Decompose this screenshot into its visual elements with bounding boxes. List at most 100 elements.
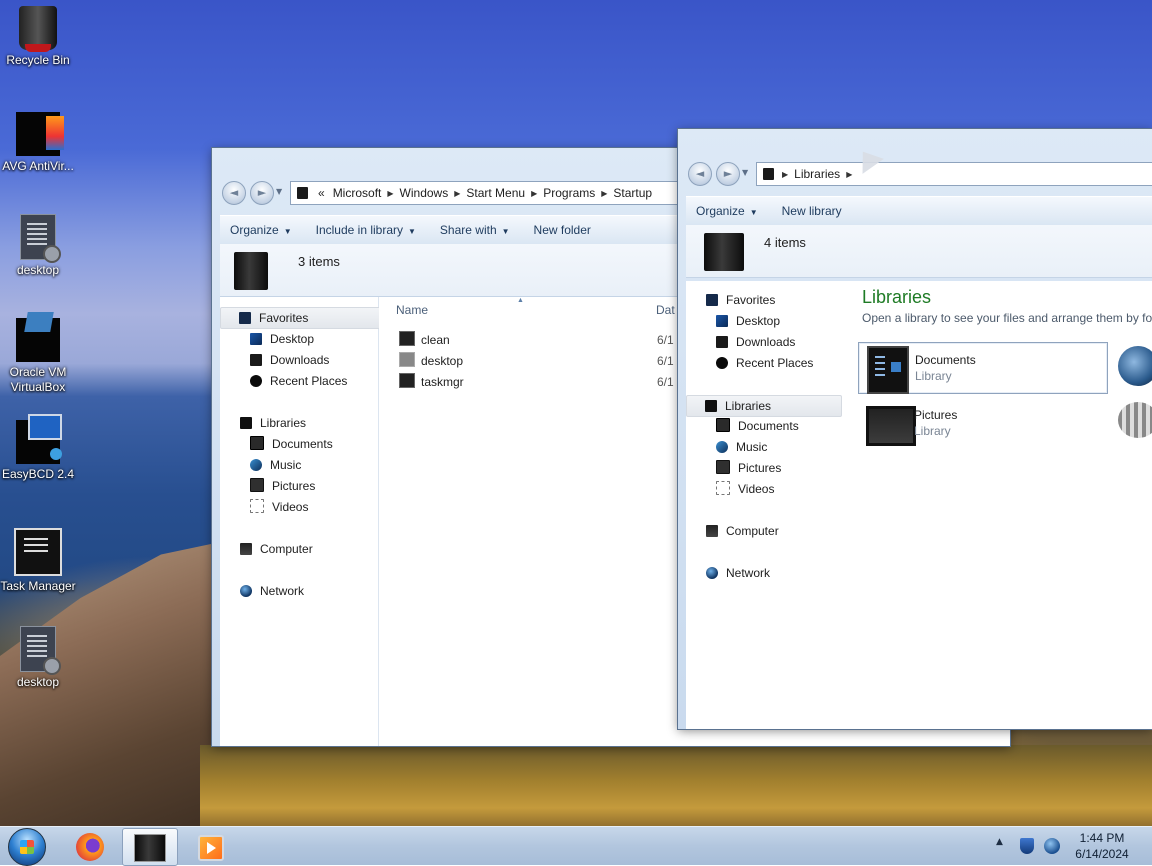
nav-network[interactable]: Network: [706, 563, 770, 583]
file-row-clean[interactable]: clean: [399, 330, 450, 350]
nav-libraries[interactable]: Libraries: [686, 395, 842, 417]
library-tile-pictures[interactable]: Pictures Library: [858, 398, 1106, 448]
explorer-window-libraries[interactable]: ◄ ► ▼ ▶ Libraries ▶ Organize ▼ New librar…: [678, 129, 1152, 729]
forward-button[interactable]: ►: [250, 181, 274, 205]
desktop-icon-label: Oracle VM VirtualBox: [9, 365, 67, 394]
file-name: taskmgr: [421, 375, 464, 389]
nav-music[interactable]: Music: [250, 455, 301, 475]
chevron-right-icon[interactable]: ▶: [385, 189, 395, 198]
nav-favorites[interactable]: Favorites: [220, 307, 388, 329]
clock-time: 1:44 PM: [1079, 831, 1125, 845]
nav-documents[interactable]: Documents: [250, 434, 333, 454]
file-date: 6/1: [657, 333, 674, 347]
chevron-right-icon[interactable]: ▶: [599, 189, 609, 198]
recycle-bin-shortcut[interactable]: Recycle Bin: [0, 6, 76, 68]
libraries-content: Libraries Open a library to see your fil…: [844, 281, 1152, 729]
libraries-icon: [705, 400, 717, 412]
avg-antivirus-shortcut[interactable]: AVG AntiVir...: [0, 112, 76, 174]
nav-computer[interactable]: Computer: [240, 539, 313, 559]
share-with-button[interactable]: Share with ▼: [430, 223, 524, 237]
music-library-icon[interactable]: [1118, 346, 1152, 386]
nav-computer[interactable]: Computer: [706, 521, 779, 541]
nav-recent-places[interactable]: Recent Places: [250, 371, 347, 391]
library-tile-documents[interactable]: Documents Library: [858, 342, 1108, 394]
nav-label: Downloads: [270, 353, 330, 367]
nav-music[interactable]: Music: [716, 437, 767, 457]
system-clock[interactable]: 1:44 PM 6/14/2024: [1070, 830, 1134, 862]
show-hidden-icons-button[interactable]: ▲: [996, 837, 1003, 847]
new-library-button[interactable]: New library: [772, 204, 856, 218]
videos-library-icon[interactable]: [1118, 402, 1152, 438]
nav-network[interactable]: Network: [240, 581, 304, 601]
nav-desktop[interactable]: Desktop: [250, 329, 314, 349]
column-header-date[interactable]: Dat: [656, 297, 675, 323]
libraries-icon: [704, 233, 744, 271]
nav-desktop[interactable]: Desktop: [716, 311, 780, 331]
network-status-icon[interactable]: [1044, 838, 1060, 854]
nav-favorites[interactable]: Favorites: [706, 290, 775, 310]
breadcrumb-programs[interactable]: Programs: [539, 186, 599, 200]
page-title: Libraries: [862, 287, 932, 307]
address-bar[interactable]: ▶ Libraries ▶: [756, 162, 1152, 186]
breadcrumb-windows[interactable]: Windows: [396, 186, 453, 200]
details-header: 4 items: [686, 225, 1152, 278]
task-manager-shortcut[interactable]: Task Manager: [0, 528, 76, 594]
nav-label: Documents: [272, 437, 333, 451]
computer-icon: [240, 543, 252, 555]
file-icon: [399, 373, 415, 388]
nav-documents[interactable]: Documents: [716, 416, 799, 436]
desktop-file-shortcut[interactable]: desktop: [0, 214, 76, 278]
taskbar-media-player[interactable]: [182, 828, 236, 864]
back-button[interactable]: ◄: [688, 162, 712, 186]
column-header-name[interactable]: Name: [396, 297, 428, 323]
nav-label: Videos: [272, 500, 309, 514]
nav-libraries[interactable]: Libraries: [240, 413, 306, 433]
recent-pages-dropdown[interactable]: ▼: [742, 162, 750, 184]
breadcrumb-libraries[interactable]: Libraries: [790, 167, 844, 181]
nav-videos[interactable]: Videos: [250, 497, 308, 517]
recent-pages-dropdown[interactable]: ▼: [276, 181, 284, 203]
desktop-icon-label: Recycle Bin: [6, 53, 70, 67]
desktop-file-shortcut-2[interactable]: desktop: [0, 626, 76, 690]
chevron-right-icon[interactable]: ▶: [529, 189, 539, 198]
virtualbox-icon: [16, 318, 60, 362]
security-shield-icon[interactable]: [1020, 838, 1034, 854]
chevron-right-icon[interactable]: ▶: [844, 170, 854, 179]
address-overflow[interactable]: «: [314, 186, 329, 200]
nav-downloads[interactable]: Downloads: [250, 350, 329, 370]
nav-pictures[interactable]: Pictures: [716, 458, 781, 478]
virtualbox-shortcut[interactable]: Oracle VM VirtualBox: [0, 318, 76, 395]
easybcd-shortcut[interactable]: EasyBCD 2.4: [0, 414, 76, 482]
chevron-right-icon[interactable]: ▶: [780, 170, 790, 179]
nav-label: Computer: [726, 524, 779, 538]
new-folder-button[interactable]: New folder: [524, 223, 605, 237]
start-button[interactable]: [8, 828, 46, 866]
nav-downloads[interactable]: Downloads: [716, 332, 795, 352]
item-count: 3 items: [298, 254, 340, 269]
chevron-right-icon[interactable]: ▶: [452, 189, 462, 198]
taskbar-firefox[interactable]: [62, 828, 116, 864]
forward-button[interactable]: ►: [716, 162, 740, 186]
nav-label: Pictures: [738, 461, 782, 475]
file-row-desktop[interactable]: desktop: [399, 351, 463, 371]
nav-recent-places[interactable]: Recent Places: [716, 353, 813, 373]
page-subtitle: Open a library to see your files and arr…: [862, 311, 1152, 325]
file-row-taskmgr[interactable]: taskmgr: [399, 372, 464, 392]
nav-videos[interactable]: Videos: [716, 479, 774, 499]
nav-label: Desktop: [736, 314, 781, 328]
back-button[interactable]: ◄: [222, 181, 246, 205]
breadcrumb-startup[interactable]: Startup: [609, 186, 656, 200]
avg-icon: [16, 112, 64, 156]
chevron-down-icon: ▼: [501, 227, 510, 236]
organize-button[interactable]: Organize ▼: [220, 223, 306, 237]
organize-button[interactable]: Organize ▼: [686, 204, 772, 218]
downloads-icon: [250, 354, 262, 366]
network-icon: [706, 567, 718, 579]
taskbar-explorer[interactable]: [122, 828, 178, 866]
nav-pictures[interactable]: Pictures: [250, 476, 315, 496]
include-in-library-button[interactable]: Include in library ▼: [306, 223, 430, 237]
music-icon: [716, 441, 728, 453]
organize-label: Organize: [696, 204, 745, 218]
breadcrumb-microsoft[interactable]: Microsoft: [329, 186, 386, 200]
breadcrumb-start-menu[interactable]: Start Menu: [462, 186, 529, 200]
